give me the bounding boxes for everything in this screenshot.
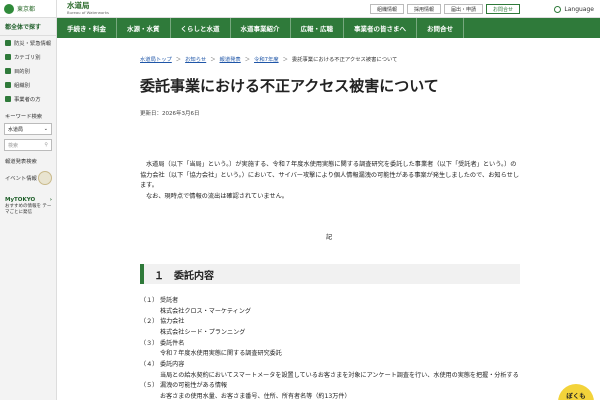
- list-item: （５） 漏洩の可能性がある情報: [140, 382, 228, 390]
- list-item-value: 令和７年度水使用実態に関する調査研究委託: [160, 350, 282, 358]
- breadcrumb: 水道局トップ＞ お知らせ＞ 報道発表＞ 令和7年度＞ 委託事業における不正アクセ…: [140, 55, 398, 63]
- nav-business-intro[interactable]: 水道事業紹介: [231, 18, 291, 38]
- purpose-icon: [5, 68, 11, 74]
- alert-icon: [5, 40, 11, 46]
- nav-contact[interactable]: お問合せ: [417, 18, 464, 38]
- chevron-right-icon: ›: [49, 197, 52, 203]
- breadcrumb-current: 委託事業における不正アクセス被害について: [291, 57, 398, 63]
- bureau-logo[interactable]: 水道局 Bureau of Waterworks: [57, 2, 109, 15]
- nav-for-business[interactable]: 事業者の皆さまへ: [344, 18, 417, 38]
- article-body: 水道局（以下「当局」という。）が実施する、令和７年度水使用実態に関する調査研究を…: [140, 160, 520, 202]
- nav-procedures[interactable]: 手続き・料金: [57, 18, 117, 38]
- category-icon: [5, 54, 11, 60]
- list-item-value: お客さまの使用水量、お客さま番号、住所、所有者名等（約13万件）: [160, 392, 351, 400]
- list-item-value: 当局との給水契約においてスマートメータを設置しているお客さまを対象にアンケート調…: [160, 371, 519, 379]
- organization-icon: [5, 82, 11, 88]
- business-icon: [5, 96, 11, 102]
- sidebar-item-organization[interactable]: 組織別: [0, 78, 56, 92]
- nav-living[interactable]: くらしと水道: [171, 18, 231, 38]
- contact-link[interactable]: お問合せ: [485, 4, 520, 14]
- updated-date: 更新日：2026年3月6日: [140, 111, 200, 117]
- event-info-link[interactable]: イベント情報: [0, 168, 56, 188]
- bureau-select[interactable]: 水道局 ⌄: [4, 123, 52, 135]
- mytokyo-link[interactable]: MyTOKYO ›: [0, 194, 56, 203]
- tokyo-logo-icon: [4, 3, 14, 14]
- language-button[interactable]: Language: [554, 4, 594, 14]
- nav-water-source[interactable]: 水源・水質: [117, 18, 171, 38]
- list-item: （２） 協力会社: [140, 318, 185, 326]
- sidebar-item-disaster[interactable]: 防災・緊急情報: [0, 36, 56, 50]
- sidebar-section-title: 都全体で探す: [0, 18, 56, 36]
- breadcrumb-year[interactable]: 令和7年度: [254, 55, 279, 63]
- breadcrumb-news[interactable]: お知らせ: [185, 55, 206, 63]
- paragraph-1: 水道局（以下「当局」という。）が実施する、令和７年度水使用実態に関する調査研究を…: [140, 161, 520, 190]
- sidebar-item-purpose[interactable]: 目的別: [0, 64, 56, 78]
- chevron-down-icon: ⌄: [43, 126, 48, 132]
- breadcrumb-top[interactable]: 水道局トップ: [140, 55, 172, 63]
- list-item-value: 株式会社シード・プランニング: [160, 328, 246, 336]
- nav-pr[interactable]: 広報・広聴: [291, 18, 344, 38]
- sidebar-item-business[interactable]: 事業者の方: [0, 92, 56, 106]
- recruit-link[interactable]: 採用情報: [406, 4, 441, 14]
- header: 水道局 Bureau of Waterworks 組織情報 採用情報 届出・申請…: [57, 0, 600, 18]
- list-item: （１） 受託者: [140, 297, 179, 304]
- press-search-link[interactable]: 報道発表検索: [0, 151, 56, 168]
- main-content: 水道局トップ＞ お知らせ＞ 報道発表＞ 令和7年度＞ 委託事業における不正アクセ…: [140, 38, 520, 400]
- mascot-badge[interactable]: ぼくも: [558, 384, 594, 400]
- sidebar-item-category[interactable]: カテゴリ別: [0, 50, 56, 64]
- org-info-link[interactable]: 組織情報: [369, 4, 404, 14]
- keyword-search-label: キーワード検索: [5, 114, 43, 120]
- tokyo-logo[interactable]: 東京都: [0, 0, 56, 18]
- section-heading-1: １ 委託内容: [140, 264, 520, 284]
- mytokyo-description: おすすめの情報を テーマごとに発信: [5, 204, 52, 215]
- list-item: （４） 委託内容: [140, 360, 185, 368]
- ki-mark: 記: [326, 234, 333, 241]
- search-icon: ⚲: [44, 142, 48, 148]
- search-input[interactable]: 検索 ⚲: [4, 139, 52, 151]
- globe-icon: [554, 5, 562, 13]
- global-nav: 手続き・料金 水源・水質 くらしと水道 水道事業紹介 広報・広聴 事業者の皆さま…: [57, 18, 600, 38]
- contract-details-list: （１） 受託者 株式会社クロス・マーケティング （２） 協力会社 株式会社シード・プ…: [140, 296, 520, 400]
- event-image: [38, 171, 52, 185]
- sidebar: 東京都 都全体で探す 防災・緊急情報 カテゴリ別 目的別 組織別 事業者の方 キ…: [0, 0, 57, 400]
- page-title: 委託事業における不正アクセス被害について: [140, 77, 439, 95]
- paragraph-2: なお、現時点で情報の流出は確認されていません。: [146, 192, 288, 200]
- breadcrumb-press[interactable]: 報道発表: [220, 55, 241, 63]
- list-item-value: 株式会社クロス・マーケティング: [160, 307, 251, 315]
- application-link[interactable]: 届出・申請: [443, 4, 483, 14]
- list-item: （３） 委託件名: [140, 339, 185, 347]
